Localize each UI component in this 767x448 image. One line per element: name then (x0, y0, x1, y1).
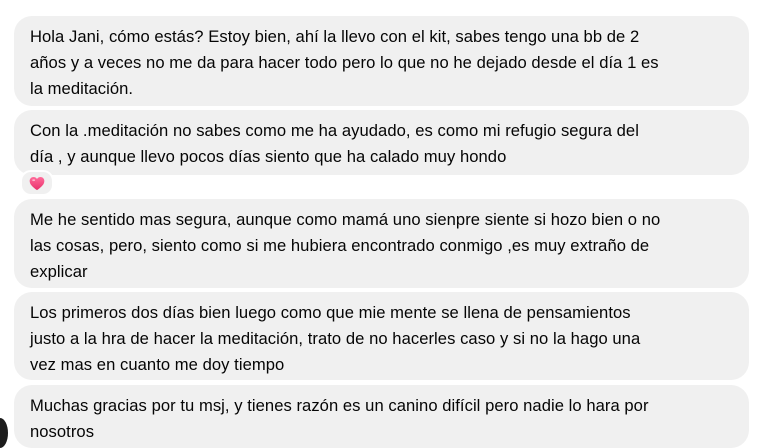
message-bubble-5[interactable]: Muchas gracias por tu msj, y tienes razó… (14, 385, 749, 448)
message-thread: Hola Jani, cómo estás? Estoy bien, ahí l… (0, 0, 767, 448)
message-text-line: años y a veces no me da para hacer todo … (30, 53, 659, 72)
message-text-line: justo a la hra de hacer la meditación, t… (30, 329, 641, 348)
message-bubble-3[interactable]: Me he sentido mas segura, aunque como ma… (14, 199, 749, 288)
message-text-line: la meditación. (30, 79, 134, 98)
message-bubble-2[interactable]: Con la .meditación no sabes como me ha a… (14, 110, 749, 175)
message-text-line: las cosas, pero, siento como si me hubie… (30, 236, 650, 255)
message-text-line: Los primeros dos días bien luego como qu… (30, 303, 631, 322)
message-bubble-1[interactable]: Hola Jani, cómo estás? Estoy bien, ahí l… (14, 16, 749, 106)
avatar[interactable] (0, 418, 8, 448)
message-text-line: día , y aunque llevo pocos días siento q… (30, 147, 507, 166)
message-bubble-4[interactable]: Los primeros dos días bien luego como qu… (14, 292, 749, 380)
message-text-line: Hola Jani, cómo estás? Estoy bien, ahí l… (30, 27, 640, 46)
message-text-line: Me he sentido mas segura, aunque como ma… (30, 210, 661, 229)
message-text-line: vez mas en cuanto me doy tiempo (30, 355, 285, 374)
message-text-line: explicar (30, 262, 88, 281)
message-text-line: Con la .meditación no sabes como me ha a… (30, 121, 639, 140)
heart-icon (29, 176, 45, 190)
message-text-line: Muchas gracias por tu msj, y tienes razó… (30, 396, 649, 415)
message-text-line: nosotros (30, 422, 95, 441)
heart-reaction[interactable] (20, 170, 54, 196)
